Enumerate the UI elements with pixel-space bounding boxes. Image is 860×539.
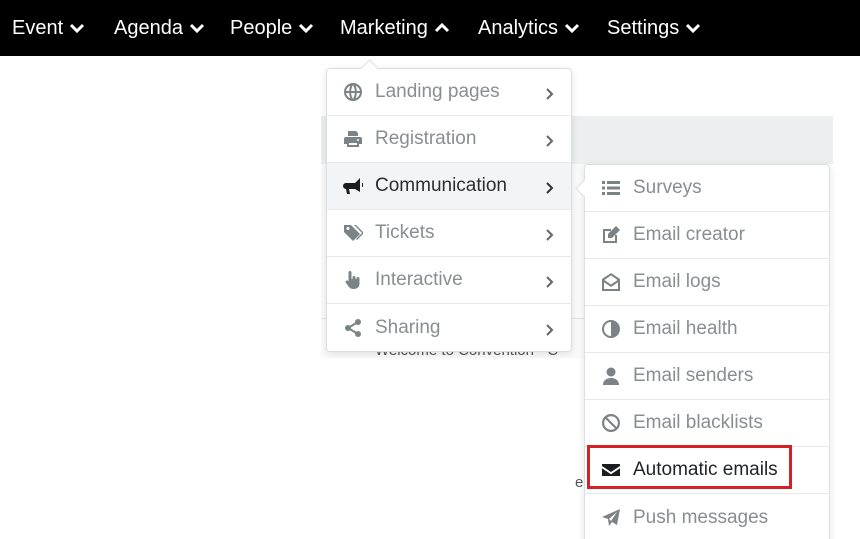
menu-item-label: Interactive bbox=[375, 269, 463, 290]
menu-item-email-blacklists[interactable]: Email blacklists bbox=[585, 400, 829, 447]
menu-item-label: Email creator bbox=[633, 224, 745, 245]
nav-item-settings[interactable]: Settings bbox=[607, 0, 701, 56]
list-icon bbox=[601, 178, 621, 198]
nav-label: Marketing bbox=[340, 16, 428, 39]
menu-item-label: Registration bbox=[375, 128, 477, 149]
envelope-open-icon bbox=[601, 272, 621, 292]
nav-item-people[interactable]: People bbox=[230, 0, 314, 56]
chevron-down-icon bbox=[564, 23, 580, 34]
nav-item-event[interactable]: Event bbox=[12, 0, 85, 56]
chevron-right-icon bbox=[545, 85, 555, 100]
share-icon bbox=[343, 318, 363, 338]
menu-item-label: Automatic emails bbox=[633, 459, 778, 480]
menu-item-interactive[interactable]: Interactive bbox=[327, 257, 571, 304]
nav-label: Agenda bbox=[114, 16, 183, 39]
nav-item-agenda[interactable]: Agenda bbox=[114, 0, 205, 56]
user-icon bbox=[601, 366, 621, 386]
hand-pointer-icon bbox=[343, 270, 363, 290]
chevron-right-icon bbox=[545, 273, 555, 288]
menu-item-email-logs[interactable]: Email logs bbox=[585, 259, 829, 306]
menu-item-landing-pages[interactable]: Landing pages bbox=[327, 69, 571, 116]
paper-plane-icon bbox=[601, 508, 621, 528]
menu-item-label: Email senders bbox=[633, 365, 754, 386]
menu-item-tickets[interactable]: Tickets bbox=[327, 210, 571, 257]
menu-item-label: Sharing bbox=[375, 316, 441, 338]
top-navigation: Event Agenda People Marketing Analytics … bbox=[0, 0, 860, 56]
chevron-down-icon bbox=[686, 23, 701, 34]
menu-item-label: Push messages bbox=[633, 506, 769, 528]
communication-dropdown: Surveys Email creator Email logs Email h… bbox=[584, 164, 830, 539]
menu-item-automatic-emails[interactable]: Automatic emails bbox=[585, 447, 829, 494]
chevron-right-icon bbox=[545, 226, 555, 241]
nav-label: People bbox=[230, 16, 293, 39]
menu-item-registration[interactable]: Registration bbox=[327, 116, 571, 163]
megaphone-icon bbox=[343, 176, 363, 196]
menu-item-email-health[interactable]: Email health bbox=[585, 306, 829, 353]
nav-item-marketing[interactable]: Marketing bbox=[340, 0, 450, 56]
menu-item-label: Landing pages bbox=[375, 81, 500, 102]
tags-icon bbox=[343, 223, 363, 243]
chevron-right-icon bbox=[545, 179, 555, 194]
menu-item-push-messages[interactable]: Push messages bbox=[585, 494, 829, 539]
menu-item-label: Communication bbox=[375, 175, 507, 196]
menu-item-label: Email blacklists bbox=[633, 412, 763, 433]
menu-item-surveys[interactable]: Surveys bbox=[585, 165, 829, 212]
nav-label: Settings bbox=[607, 16, 680, 39]
envelope-icon bbox=[601, 460, 621, 480]
nav-label: Analytics bbox=[478, 16, 559, 39]
chevron-right-icon bbox=[545, 132, 555, 147]
chevron-down-icon bbox=[299, 23, 314, 34]
half-circle-icon bbox=[601, 319, 621, 339]
nav-label: Event bbox=[12, 16, 64, 39]
menu-item-email-creator[interactable]: Email creator bbox=[585, 212, 829, 259]
menu-item-label: Surveys bbox=[633, 177, 702, 198]
marketing-dropdown: Landing pages Registration Communication… bbox=[326, 68, 572, 352]
menu-item-label: Tickets bbox=[375, 222, 435, 243]
menu-item-label: Email health bbox=[633, 318, 738, 339]
edit-icon bbox=[601, 225, 621, 245]
menu-item-label: Email logs bbox=[633, 271, 721, 292]
background-fragment: e bbox=[575, 474, 584, 491]
menu-item-email-senders[interactable]: Email senders bbox=[585, 353, 829, 400]
chevron-up-icon bbox=[434, 22, 449, 33]
chevron-right-icon bbox=[545, 321, 555, 336]
nav-item-analytics[interactable]: Analytics bbox=[478, 0, 580, 56]
menu-item-sharing[interactable]: Sharing bbox=[327, 304, 571, 351]
ban-icon bbox=[601, 413, 621, 433]
menu-item-communication[interactable]: Communication bbox=[327, 163, 571, 210]
printer-icon bbox=[343, 129, 363, 149]
chevron-down-icon bbox=[70, 23, 85, 34]
globe-icon bbox=[343, 82, 363, 102]
chevron-down-icon bbox=[189, 23, 205, 34]
